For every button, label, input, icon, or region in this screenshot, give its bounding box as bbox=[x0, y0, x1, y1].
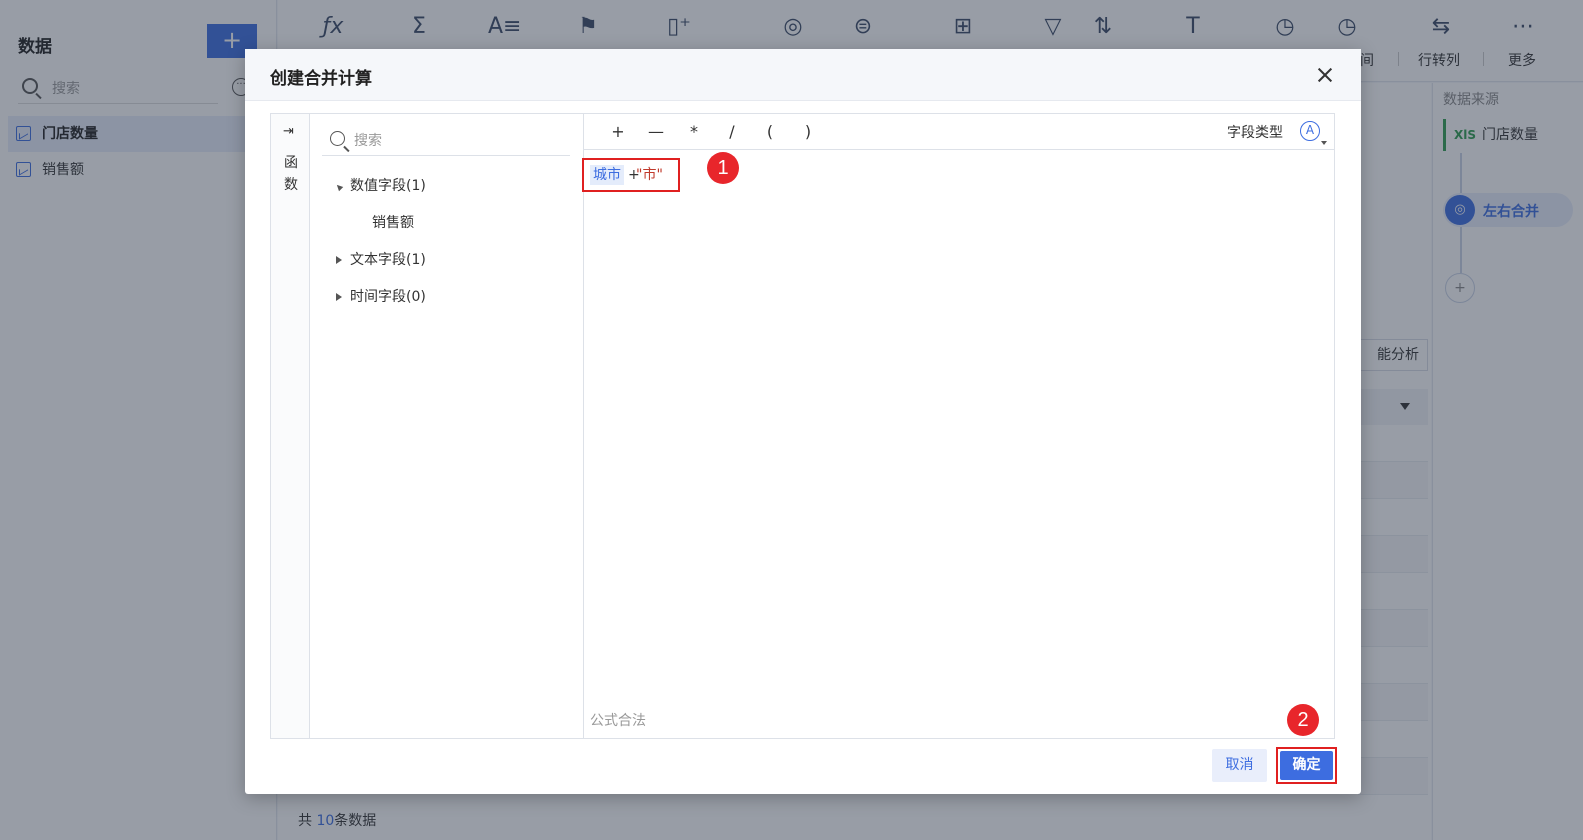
dialog-header: 创建合并计算 bbox=[245, 49, 1361, 101]
operator-bar: + — * / ( ) 字段类型 A bbox=[584, 114, 1334, 150]
field-panel: 数值字段(1) 销售额 文本字段(1) 时间字段(0) bbox=[310, 114, 584, 738]
ok-button-highlight: 确定 bbox=[1276, 747, 1337, 784]
tree-node-label: 时间字段(0) bbox=[350, 289, 426, 305]
close-icon[interactable] bbox=[1313, 63, 1337, 87]
tree-node-numeric[interactable]: 数值字段(1) bbox=[332, 174, 572, 211]
tree-node-label: 文本字段(1) bbox=[350, 252, 426, 268]
tree-node-text[interactable]: 文本字段(1) bbox=[332, 248, 572, 285]
formula-editor: + — * / ( ) 字段类型 A 城市 + "市" 1 公式合法 bbox=[582, 114, 1334, 738]
create-merge-calc-dialog: 创建合并计算 ⇥ 函 数 数值字段(1) 销售额 bbox=[245, 49, 1361, 794]
divide-operator-button[interactable]: / bbox=[720, 120, 744, 144]
tree-node-time[interactable]: 时间字段(0) bbox=[332, 285, 572, 322]
left-paren-button[interactable]: ( bbox=[758, 120, 782, 144]
field-search-input[interactable] bbox=[354, 130, 554, 152]
formula-input-area[interactable]: 城市 + "市" 1 公式合法 bbox=[582, 150, 1334, 738]
search-icon bbox=[330, 131, 345, 146]
caret-right-icon bbox=[336, 293, 342, 301]
formula-string-token: "市" bbox=[636, 167, 663, 183]
tree-node-label: 数值字段(1) bbox=[350, 178, 426, 194]
right-paren-button[interactable]: ) bbox=[796, 120, 820, 144]
field-tree: 数值字段(1) 销售额 文本字段(1) 时间字段(0) bbox=[332, 174, 572, 322]
formula-highlight-box: 城市 + "市" bbox=[582, 158, 680, 192]
dialog-body: ⇥ 函 数 数值字段(1) 销售额 文本字段(1) bbox=[270, 113, 1335, 739]
field-type-label: 字段类型 bbox=[1227, 125, 1283, 141]
dialog-title: 创建合并计算 bbox=[270, 69, 372, 89]
function-panel-toggle[interactable]: ⇥ 函 数 bbox=[271, 114, 310, 738]
formula-field-token[interactable]: 城市 bbox=[590, 165, 624, 185]
chevron-down-icon[interactable] bbox=[1321, 141, 1327, 145]
multiply-operator-button[interactable]: * bbox=[682, 120, 706, 144]
ok-button[interactable]: 确定 bbox=[1280, 751, 1333, 780]
field-type-icon[interactable]: A bbox=[1300, 121, 1320, 141]
step-badge: 1 bbox=[707, 152, 739, 184]
caret-down-icon bbox=[334, 182, 344, 192]
minus-operator-button[interactable]: — bbox=[644, 120, 668, 144]
function-tab-char: 函 bbox=[284, 155, 298, 171]
plus-operator-button[interactable]: + bbox=[606, 120, 630, 144]
field-item-sales[interactable]: 销售额 bbox=[332, 211, 572, 248]
function-tab-char: 数 bbox=[284, 177, 298, 193]
cancel-button[interactable]: 取消 bbox=[1212, 749, 1267, 782]
expand-arrow-icon: ⇥ bbox=[283, 124, 294, 139]
formula-validity-text: 公式合法 bbox=[590, 713, 646, 729]
function-tab-label: 函 数 bbox=[282, 152, 300, 196]
caret-right-icon bbox=[336, 256, 342, 264]
field-search[interactable] bbox=[322, 126, 570, 156]
step-badge: 2 bbox=[1287, 704, 1319, 736]
